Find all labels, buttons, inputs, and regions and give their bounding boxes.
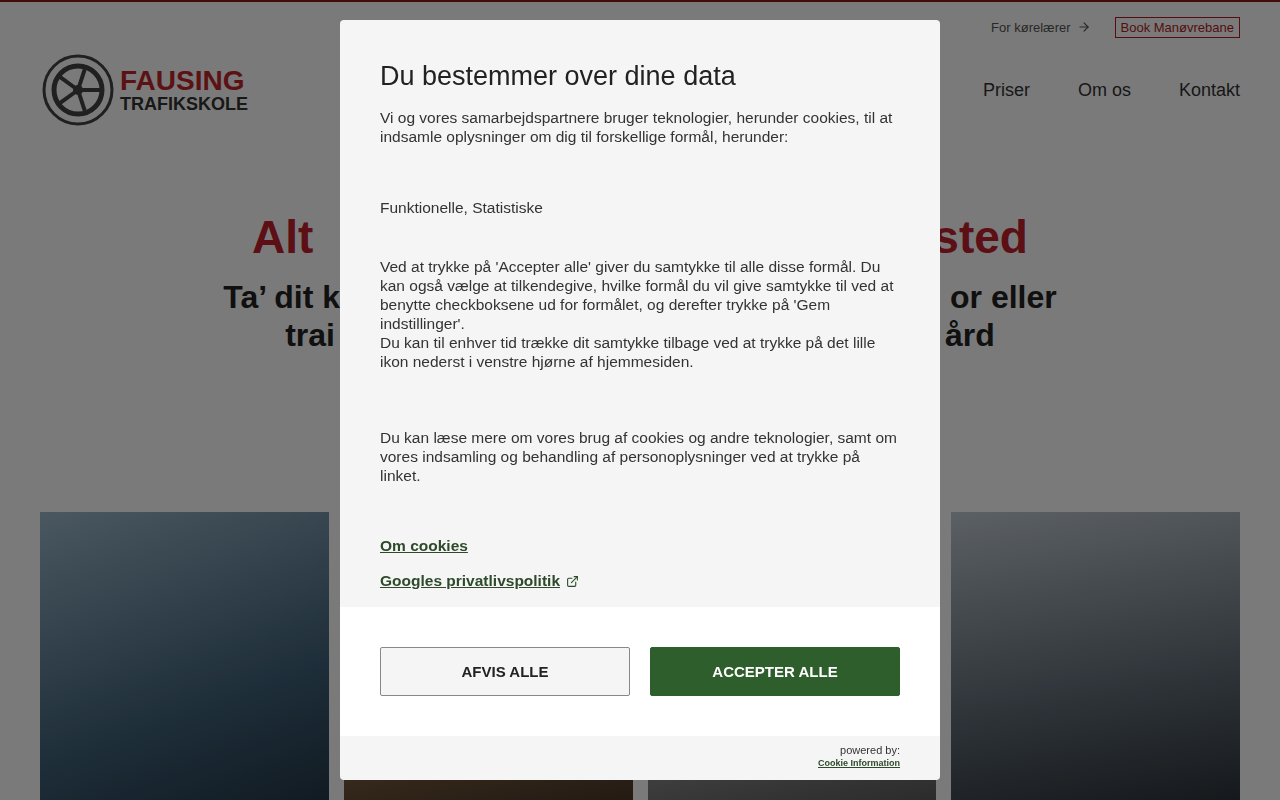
- dialog-purposes: Funktionelle, Statistiske: [380, 198, 900, 217]
- dialog-link[interactable]: Googles privatlivspolitik: [380, 572, 900, 590]
- dialog-text: Du kan til enhver tid trække dit samtykk…: [380, 333, 900, 371]
- external-link-icon: [566, 575, 579, 588]
- accept-button[interactable]: ACCEPTER ALLE: [650, 647, 900, 696]
- dialog-footer: AFVIS ALLE ACCEPTER ALLE: [340, 607, 940, 736]
- dialog-text: Du kan læse mere om vores brug af cookie…: [380, 428, 900, 485]
- powered-by: powered by:Cookie Information: [340, 736, 940, 780]
- dialog-text: Vi og vores samarbejdspartnere bruger te…: [380, 108, 900, 146]
- dialog-link[interactable]: Om cookies: [380, 537, 900, 555]
- dialog-title: Du bestemmer over dine data: [380, 58, 900, 94]
- reject-button[interactable]: AFVIS ALLE: [380, 647, 630, 696]
- overlay: Du bestemmer over dine data Vi og vores s…: [0, 0, 1280, 800]
- powered-brand[interactable]: Cookie Information: [818, 757, 900, 770]
- dialog-text: Ved at trykke på 'Accepter alle' giver d…: [380, 257, 900, 333]
- dialog-body: Du bestemmer over dine data Vi og vores s…: [340, 20, 940, 607]
- dialog-links: Om cookies Googles privatlivspolitik: [380, 537, 900, 590]
- cookie-dialog: Du bestemmer over dine data Vi og vores s…: [340, 20, 940, 780]
- powered-label: powered by:: [840, 744, 900, 757]
